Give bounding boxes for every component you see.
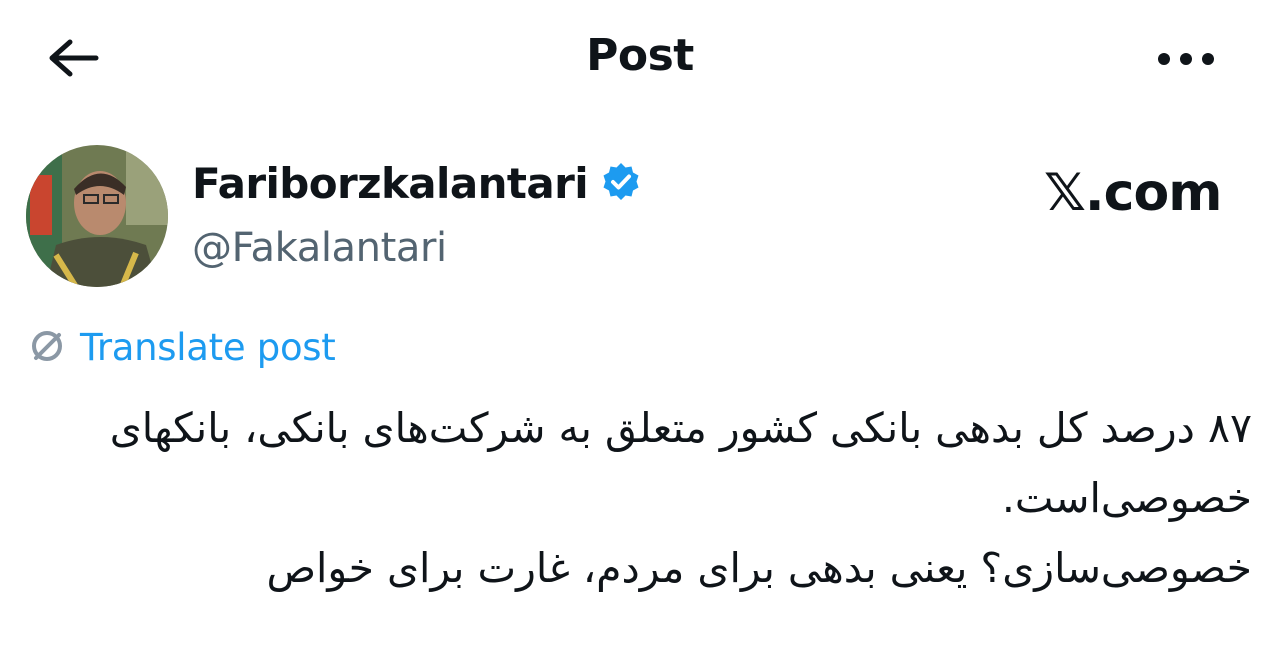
post-text: ۸۷ درصد کل بدهی بانکی کشور متعلق به شرکت… xyxy=(109,404,1252,592)
translate-post-label: Translate post xyxy=(80,326,336,369)
globe-icon xyxy=(28,327,66,369)
top-bar: Post xyxy=(0,0,1280,120)
avatar[interactable] xyxy=(26,145,168,287)
translate-post-link[interactable]: Translate post xyxy=(28,326,336,369)
display-name[interactable]: Fariborzkalantari xyxy=(192,159,589,208)
verified-badge-icon xyxy=(600,161,642,207)
more-options-button[interactable] xyxy=(1150,36,1222,84)
user-handle[interactable]: @Fakalantari xyxy=(192,225,447,271)
more-horizontal-icon xyxy=(1156,51,1216,70)
author-row: Fariborzkalantari @Fakalantari 𝕏.com xyxy=(26,145,1256,290)
page-title: Post xyxy=(586,30,694,81)
display-name-row: Fariborzkalantari xyxy=(192,159,642,208)
x-com-watermark: 𝕏.com xyxy=(1044,163,1222,223)
